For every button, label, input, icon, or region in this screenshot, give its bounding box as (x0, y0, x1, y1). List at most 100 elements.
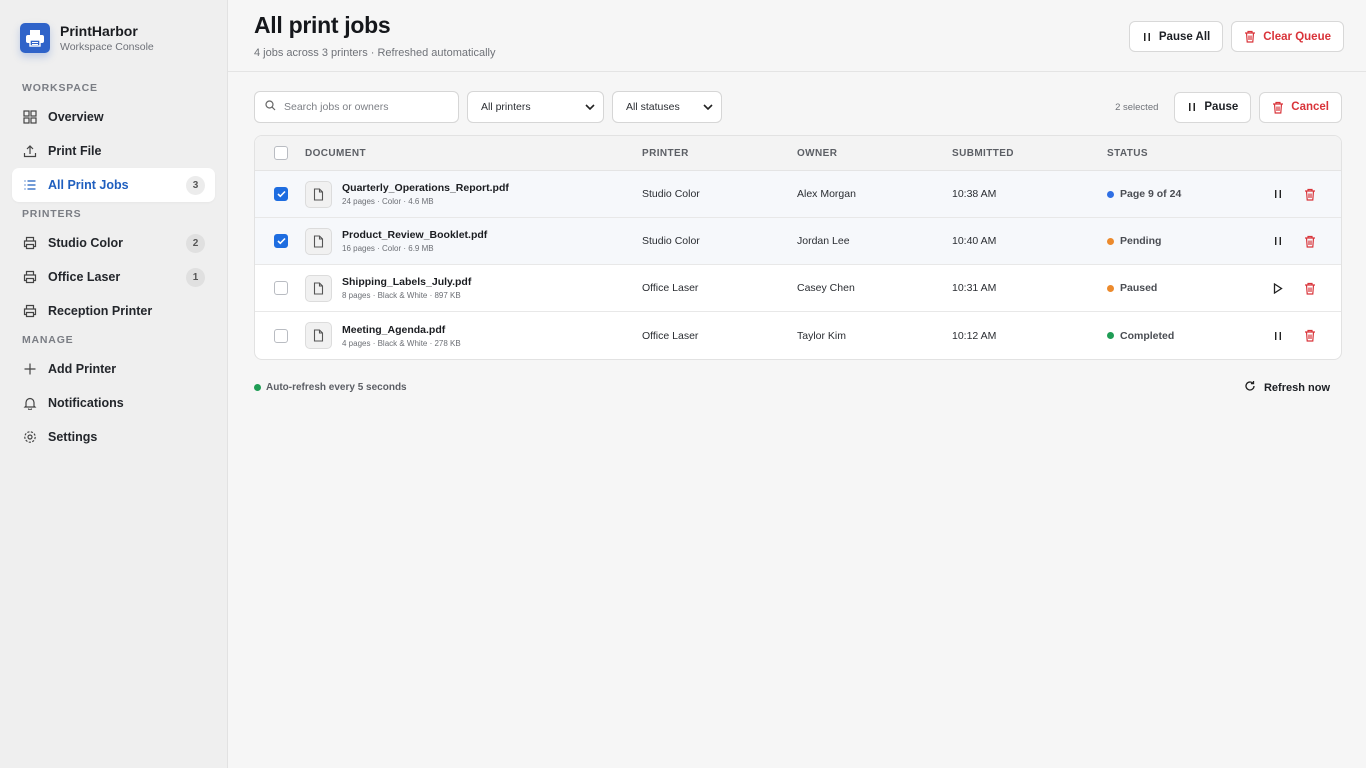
printer-icon (22, 303, 38, 319)
refresh-now-button[interactable]: Refresh now (1244, 380, 1330, 395)
row-checkbox[interactable] (274, 328, 288, 343)
pause-icon (1273, 189, 1283, 199)
owner-cell: Casey Chen (797, 282, 855, 294)
column-header-status: STATUS (1107, 147, 1148, 159)
file-icon (305, 180, 332, 208)
table-row[interactable]: Shipping_Labels_July.pdf 8 pages · Black … (255, 265, 1341, 312)
sidebar-item-label: Notifications (48, 396, 124, 410)
sidebar-item-reception-printer[interactable]: Reception Printer (12, 294, 215, 328)
pause-job-button[interactable] (1269, 185, 1287, 203)
file-icon (305, 274, 332, 302)
document-name: Product_Review_Booklet.pdf (342, 229, 488, 241)
play-icon (1273, 282, 1283, 294)
bell-icon (22, 395, 38, 411)
sidebar-item-add-printer[interactable]: Add Printer (12, 352, 215, 386)
refresh-icon (1244, 380, 1256, 395)
printer-icon (22, 235, 38, 251)
submitted-cell: 10:40 AM (952, 235, 997, 247)
sidebar-item-print-file[interactable]: Print File (12, 134, 215, 168)
gear-icon (22, 429, 38, 445)
cancel-selected-button[interactable]: Cancel (1259, 91, 1342, 123)
column-header-owner: OWNER (797, 147, 838, 159)
chevron-down-icon (703, 101, 713, 113)
submitted-cell: 10:38 AM (952, 188, 997, 200)
status-filter-select[interactable]: All statuses (612, 91, 722, 123)
table-body: Quarterly_Operations_Report.pdf 24 pages … (255, 171, 1341, 359)
selected-count: 2 selected (1115, 101, 1159, 113)
row-checkbox[interactable] (274, 281, 288, 295)
sidebar-item-label: Add Printer (48, 362, 117, 376)
auto-refresh-indicator: Auto-refresh every 5 seconds (254, 382, 407, 393)
clear-queue-button[interactable]: Clear Queue (1231, 21, 1344, 52)
sidebar-item-overview[interactable]: Overview (12, 100, 215, 134)
pause-selected-button[interactable]: Pause (1174, 91, 1252, 123)
delete-job-button[interactable] (1301, 327, 1319, 345)
jobs-table: DOCUMENT PRINTER OWNER SUBMITTED STATUS … (254, 135, 1342, 360)
cancel-selected-label: Cancel (1291, 101, 1329, 113)
sidebar-item-settings[interactable]: Settings (12, 420, 215, 454)
search-icon (265, 98, 276, 116)
status-badge: Completed (1107, 330, 1257, 342)
pause-job-button[interactable] (1269, 327, 1287, 345)
row-checkbox[interactable] (274, 187, 288, 201)
sidebar-item-label: Studio Color (48, 236, 123, 250)
submitted-cell: 10:12 AM (952, 329, 997, 342)
status-filter-value: All statuses (626, 101, 680, 113)
status-dot (1107, 190, 1114, 198)
select-all-checkbox[interactable] (274, 146, 288, 160)
submitted-cell: 10:31 AM (952, 282, 997, 294)
search-input[interactable] (284, 101, 444, 113)
sidebar-item-label: Settings (48, 430, 98, 444)
trash-icon (1272, 101, 1284, 114)
delete-job-button[interactable] (1301, 279, 1319, 297)
pause-all-button[interactable]: Pause All (1128, 21, 1224, 52)
owner-cell: Alex Morgan (797, 188, 856, 200)
sidebar-item-label: Print File (48, 144, 102, 158)
document-name: Shipping_Labels_July.pdf (342, 276, 472, 288)
section-label-printers: PRINTERS (22, 208, 82, 220)
sidebar-item-notifications[interactable]: Notifications (12, 386, 215, 420)
check-icon (276, 237, 286, 245)
document-meta: 8 pages · Black & White · 897 KB (342, 291, 461, 300)
printer-filter-select[interactable]: All printers (467, 91, 604, 123)
pause-icon (1273, 331, 1283, 341)
table-row[interactable]: Meeting_Agenda.pdf 4 pages · Black & Whit… (255, 312, 1341, 359)
chevron-down-icon (585, 101, 595, 113)
status-dot (1107, 284, 1114, 292)
table-row[interactable]: Product_Review_Booklet.pdf 16 pages · Col… (255, 218, 1341, 265)
printer-cell: Studio Color (642, 188, 700, 200)
printer-filter-value: All printers (481, 101, 531, 113)
search-box[interactable] (254, 91, 459, 123)
resume-job-button[interactable] (1269, 279, 1287, 297)
delete-job-button[interactable] (1301, 185, 1319, 203)
status-label: Completed (1120, 329, 1175, 342)
list-icon (22, 177, 38, 193)
sidebar-item-all-print-jobs[interactable]: All Print Jobs 3 (12, 168, 215, 202)
document-meta: 4 pages · Black & White · 278 KB (342, 338, 461, 348)
brand-name: PrintHarbor (60, 23, 138, 39)
clear-queue-label: Clear Queue (1263, 30, 1331, 43)
section-label-manage: MANAGE (22, 334, 74, 346)
sidebar-item-studio-color[interactable]: Studio Color 2 (12, 226, 215, 260)
status-label: Paused (1120, 282, 1158, 294)
printer-cell: Office Laser (642, 282, 699, 294)
grid-icon (22, 109, 38, 125)
auto-refresh-dot (254, 384, 261, 391)
trash-icon (1244, 30, 1256, 43)
status-label: Page 9 of 24 (1120, 188, 1182, 200)
status-dot (1107, 237, 1114, 245)
status-badge: Pending (1107, 235, 1257, 247)
sidebar: PrintHarbor Workspace Console WORKSPACE O… (0, 0, 228, 768)
column-header-document: DOCUMENT (305, 147, 366, 159)
owner-cell: Jordan Lee (797, 235, 850, 247)
brand[interactable]: PrintHarbor Workspace Console (12, 0, 215, 76)
trash-icon (1304, 188, 1316, 201)
delete-job-button[interactable] (1301, 232, 1319, 250)
printer-icon (22, 269, 38, 285)
filter-toolbar: All printers All statuses 2 selected Pau… (228, 91, 1366, 123)
page-title: All print jobs (254, 12, 391, 38)
pause-job-button[interactable] (1269, 232, 1287, 250)
table-row[interactable]: Quarterly_Operations_Report.pdf 24 pages … (255, 171, 1341, 218)
sidebar-item-office-laser[interactable]: Office Laser 1 (12, 260, 215, 294)
row-checkbox[interactable] (274, 234, 288, 248)
